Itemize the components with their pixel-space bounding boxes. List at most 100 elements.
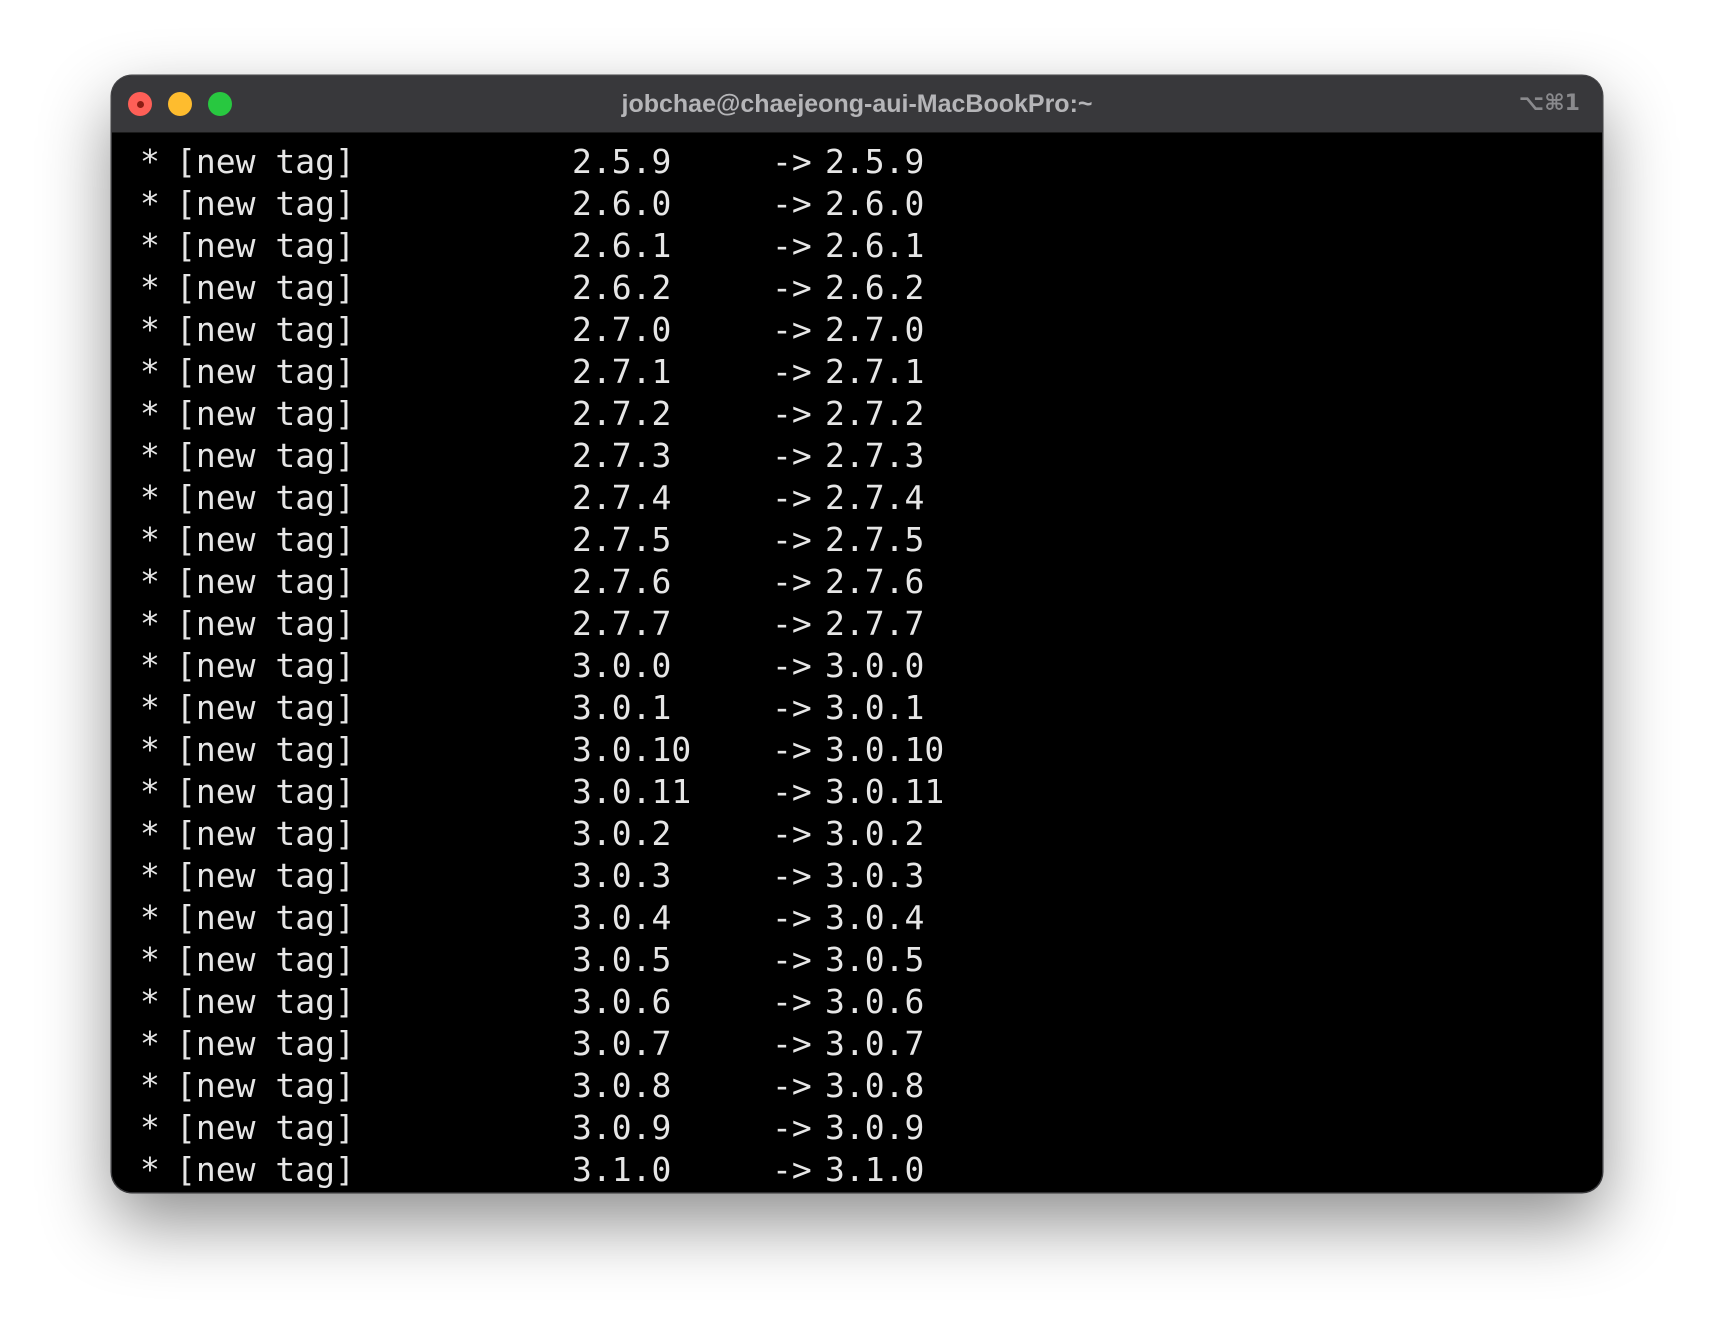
line-to-ref: 2.7.7: [825, 604, 925, 643]
line-from-ref: 3.0.9: [572, 1108, 672, 1147]
line-label: [new tag]: [176, 940, 355, 979]
terminal-output[interactable]: * [new tag] 2.5.9 -> 2.5.9 * [new tag] 2.6.0 -> 2…: [112, 133, 1602, 1192]
line-arrow: ->: [772, 604, 812, 643]
terminal-line: * [new tag] 2.6.0 -> 2.6.0: [112, 183, 1602, 225]
terminal-line: * [new tag] 3.0.4 -> 3.0.4: [112, 897, 1602, 939]
line-to-ref: 3.0.0: [825, 646, 925, 685]
terminal-line: * [new tag] 3.1.0 -> 3.1.0: [112, 1149, 1602, 1191]
line-arrow: ->: [772, 1024, 812, 1063]
terminal-line: * [new tag] 2.7.4 -> 2.7.4: [112, 477, 1602, 519]
line-label: [new tag]: [176, 604, 355, 643]
line-marker: *: [140, 1066, 160, 1105]
line-from-ref: 3.0.2: [572, 814, 672, 853]
line-to-ref: 2.6.0: [825, 184, 925, 223]
terminal-line: * [new tag] 3.0.2 -> 3.0.2: [112, 813, 1602, 855]
terminal-line: * [new tag] 3.0.6 -> 3.0.6: [112, 981, 1602, 1023]
line-label: [new tag]: [176, 394, 355, 433]
line-marker: *: [140, 394, 160, 433]
line-from-ref: 3.0.8: [572, 1066, 672, 1105]
line-arrow: ->: [772, 1108, 812, 1147]
line-arrow: ->: [772, 898, 812, 937]
line-to-ref: 3.0.10: [825, 730, 945, 769]
line-arrow: ->: [772, 478, 812, 517]
line-arrow: ->: [772, 142, 812, 181]
line-arrow: ->: [772, 394, 812, 433]
line-marker: *: [140, 730, 160, 769]
terminal-line: * [new tag] 2.5.9 -> 2.5.9: [112, 141, 1602, 183]
line-to-ref: 2.7.6: [825, 562, 925, 601]
line-label: [new tag]: [176, 268, 355, 307]
line-marker: *: [140, 982, 160, 1021]
line-from-ref: 2.7.1: [572, 352, 672, 391]
terminal-line: * [new tag] 2.7.0 -> 2.7.0: [112, 309, 1602, 351]
terminal-line: * [new tag] 3.0.0 -> 3.0.0: [112, 645, 1602, 687]
line-to-ref: 3.0.9: [825, 1108, 925, 1147]
line-label: [new tag]: [176, 856, 355, 895]
line-from-ref: 3.0.10: [572, 730, 692, 769]
line-from-ref: 2.7.2: [572, 394, 672, 433]
line-label: [new tag]: [176, 226, 355, 265]
line-marker: *: [140, 940, 160, 979]
line-arrow: ->: [772, 352, 812, 391]
line-to-ref: 2.7.3: [825, 436, 925, 475]
terminal-line: * [new tag] 2.7.3 -> 2.7.3: [112, 435, 1602, 477]
line-arrow: ->: [772, 562, 812, 601]
line-label: [new tag]: [176, 1024, 355, 1063]
line-from-ref: 2.7.0: [572, 310, 672, 349]
line-label: [new tag]: [176, 478, 355, 517]
line-from-ref: 3.0.11: [572, 772, 692, 811]
terminal-line: * [new tag] 2.6.1 -> 2.6.1: [112, 225, 1602, 267]
line-arrow: ->: [772, 772, 812, 811]
title-bar[interactable]: jobchae@chaejeong-aui-MacBookPro:~ ⌥⌘1: [112, 76, 1602, 133]
line-to-ref: 2.7.4: [825, 478, 925, 517]
line-to-ref: 3.0.5: [825, 940, 925, 979]
line-label: [new tag]: [176, 520, 355, 559]
line-arrow: ->: [772, 940, 812, 979]
line-arrow: ->: [772, 226, 812, 265]
line-label: [new tag]: [176, 142, 355, 181]
line-to-ref: 2.6.1: [825, 226, 925, 265]
line-to-ref: 3.0.6: [825, 982, 925, 1021]
line-marker: *: [140, 772, 160, 811]
line-arrow: ->: [772, 856, 812, 895]
line-from-ref: 3.0.5: [572, 940, 672, 979]
line-marker: *: [140, 184, 160, 223]
line-arrow: ->: [772, 646, 812, 685]
line-arrow: ->: [772, 982, 812, 1021]
line-arrow: ->: [772, 310, 812, 349]
line-from-ref: 3.1.0: [572, 1150, 672, 1189]
line-from-ref: 3.0.3: [572, 856, 672, 895]
window-title: jobchae@chaejeong-aui-MacBookPro:~: [621, 90, 1093, 118]
line-to-ref: 2.6.2: [825, 268, 925, 307]
line-marker: *: [140, 478, 160, 517]
terminal-line: * [new tag] 3.0.10 -> 3.0.10: [112, 729, 1602, 771]
line-to-ref: 3.0.1: [825, 688, 925, 727]
line-marker: *: [140, 1150, 160, 1189]
line-from-ref: 3.0.6: [572, 982, 672, 1021]
line-from-ref: 3.0.1: [572, 688, 672, 727]
terminal-line: * [new tag] 3.0.11 -> 3.0.11: [112, 771, 1602, 813]
line-label: [new tag]: [176, 730, 355, 769]
line-from-ref: 2.7.7: [572, 604, 672, 643]
line-arrow: ->: [772, 184, 812, 223]
line-label: [new tag]: [176, 814, 355, 853]
terminal-window: jobchae@chaejeong-aui-MacBookPro:~ ⌥⌘1 *…: [112, 76, 1602, 1192]
line-label: [new tag]: [176, 688, 355, 727]
line-arrow: ->: [772, 730, 812, 769]
terminal-line: * [new tag] 3.0.9 -> 3.0.9: [112, 1107, 1602, 1149]
line-to-ref: 3.0.8: [825, 1066, 925, 1105]
line-marker: *: [140, 142, 160, 181]
line-to-ref: 3.0.2: [825, 814, 925, 853]
line-to-ref: 2.7.0: [825, 310, 925, 349]
line-marker: *: [140, 688, 160, 727]
line-marker: *: [140, 310, 160, 349]
line-label: [new tag]: [176, 646, 355, 685]
line-label: [new tag]: [176, 562, 355, 601]
line-to-ref: 3.1.0: [825, 1150, 925, 1189]
line-label: [new tag]: [176, 352, 355, 391]
line-marker: *: [140, 520, 160, 559]
line-label: [new tag]: [176, 1066, 355, 1105]
line-marker: *: [140, 562, 160, 601]
line-from-ref: 2.7.6: [572, 562, 672, 601]
line-from-ref: 2.7.3: [572, 436, 672, 475]
